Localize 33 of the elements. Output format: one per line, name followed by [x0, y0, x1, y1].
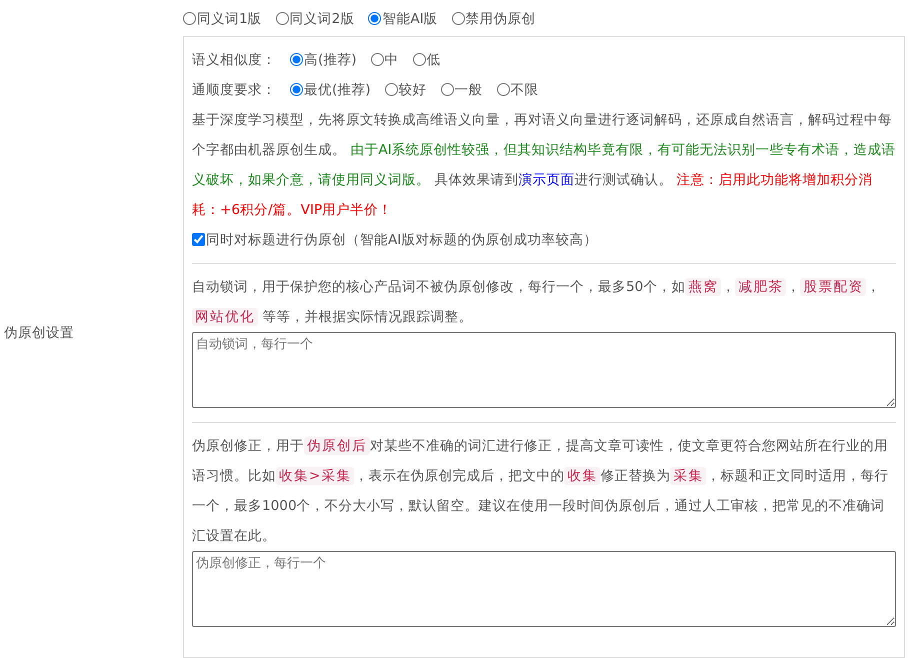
demo-link[interactable]: 演示页面 — [518, 172, 574, 188]
radio-button[interactable] — [183, 12, 196, 26]
field-label: 语义相似度： — [192, 50, 276, 70]
radio-button[interactable] — [452, 12, 465, 26]
checkbox-label: 同时对标题进行伪原创（智能AI版对标题的伪原创成功率较高） — [206, 230, 598, 250]
radio-button[interactable] — [440, 83, 454, 96]
option-label: 智能AI版 — [382, 10, 438, 29]
option-label: 最优(推荐) — [304, 80, 371, 100]
ai-description: 基于深度学习模型，先将原文转换成高维语义向量，再对语义向量进行逐词解码，还原成自然语言，解码过程中每个字都由机器原创生成。 由于AI系统原创性较强，但其知识结构毕竟有限，有可能无法识别一些专有术语，造成语义破坏，如果介意，请使用同义词版。 具体效果请到演示页面进行测试确认。 注意：启用此功能将增加积分消耗：+6积分/篇。VIP用户半价！ — [192, 111, 896, 220]
radio-button[interactable] — [368, 12, 382, 26]
option-label: 同义词2版 — [290, 10, 354, 29]
option-label: 不限 — [510, 80, 539, 100]
option-label: 较好 — [398, 80, 427, 100]
checkbox[interactable] — [192, 233, 205, 246]
option-label: 同义词1版 — [197, 10, 262, 29]
radio-button[interactable] — [412, 53, 426, 66]
lock-words-field[interactable]: 自动锁词，每行一个 — [192, 332, 896, 408]
radio-button[interactable] — [290, 83, 303, 96]
corrections-field[interactable]: 伪原创修正，每行一个 — [192, 551, 896, 628]
option-label: 中 — [384, 50, 399, 70]
lock-words-description: 自动锁词，用于保护您的核心产品词不被伪原创修改，每行一个，最多50个，如 燕窝 ， 减肥茶 ， 股票配资 ， 网站优化 等等，并根据实际情况跟踪调整。 — [192, 277, 882, 328]
radio-button[interactable] — [496, 83, 510, 96]
field-label: 通顺度要求： — [192, 80, 276, 100]
radio-button[interactable] — [370, 53, 384, 66]
radio-button[interactable] — [276, 12, 289, 26]
option-label: 禁用伪原创 — [466, 10, 536, 29]
corrections-description: 伪原创修正，用于 伪原创后 对某些不准确的词汇进行修正，提高文章可读性，使文章更符合您网站所在行业的用语习惯。比如 收集>采集 ，表示在伪原创完成后，把文中的 收集 修正替换为 采集 ，标题和正文同时适用，每行一个，最多1000个，不分大小写，默认留空。建议在使用一段时间伪原创后，通过人工审核，把常见的不准确词汇设置在此。 — [192, 436, 890, 546]
option-label: 高(推荐) — [304, 50, 357, 70]
radio-button[interactable] — [290, 53, 303, 66]
option-label: 低 — [426, 50, 441, 70]
option-label: 一般 — [454, 80, 483, 100]
radio-button[interactable] — [384, 83, 398, 96]
settings-label: 伪原创设置 — [4, 324, 74, 343]
